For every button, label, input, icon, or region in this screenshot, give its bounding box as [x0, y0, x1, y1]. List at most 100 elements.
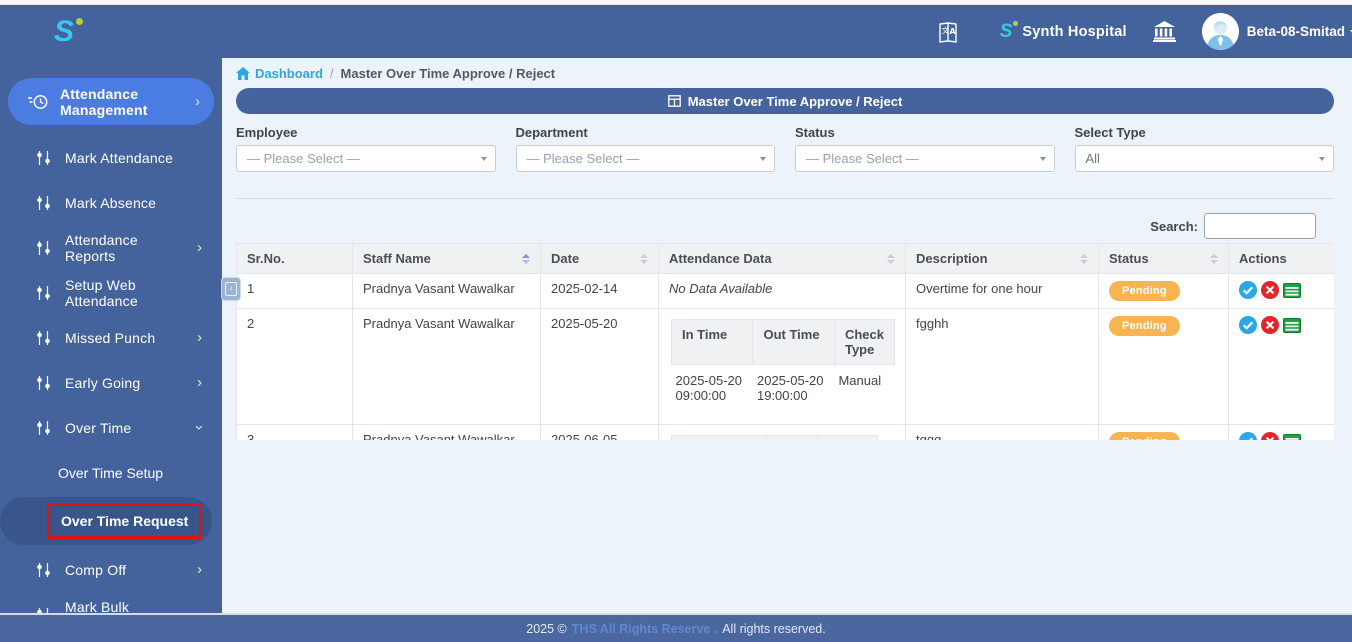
cell-description: tggg	[905, 424, 1099, 440]
cell-status: Pending	[1098, 273, 1229, 309]
details-icon[interactable]	[1283, 316, 1301, 334]
sort-icon[interactable]	[1074, 253, 1088, 264]
avatar[interactable]	[1201, 13, 1239, 50]
nested-col-out-time: Out Time	[765, 435, 819, 440]
cell-date: 2025-05-20	[540, 308, 659, 425]
reject-icon[interactable]	[1261, 281, 1279, 299]
employee-select[interactable]: — Please Select —	[236, 145, 496, 172]
type-select[interactable]: All	[1074, 145, 1334, 172]
user-menu[interactable]: Beta-08-Smitad	[1247, 24, 1352, 39]
sidebar-subitem-over-time-setup[interactable]: Over Time Setup	[0, 450, 222, 495]
main-content: Dashboard / Master Over Time Approve / R…	[222, 58, 1352, 613]
sort-icon[interactable]	[516, 253, 530, 264]
department-select[interactable]: — Please Select —	[515, 145, 775, 172]
nested-cell-in-time: 2025-05-20 09:00:00	[675, 373, 743, 403]
details-icon[interactable]	[1283, 281, 1301, 299]
institution-icon[interactable]	[1152, 21, 1176, 42]
select-caret-icon	[760, 157, 766, 161]
col-staff-name[interactable]: Staff Name	[352, 243, 541, 274]
nested-col-check-type: Check Type	[833, 319, 896, 365]
approve-icon[interactable]	[1239, 432, 1257, 440]
approve-icon[interactable]	[1239, 281, 1257, 299]
sidebar-item-label: Early Going	[65, 374, 141, 391]
cell-date: 2025-06-05	[540, 424, 659, 440]
chevron-right-icon: ›	[197, 329, 202, 346]
filter-employee: Employee — Please Select —	[236, 125, 496, 172]
sidebar-item-attendance-management[interactable]: Attendance Management ›	[8, 78, 214, 125]
department-select-value: — Please Select —	[526, 151, 640, 166]
cell-actions	[1228, 308, 1334, 425]
sidebar-item-label: Mark Attendance	[65, 149, 174, 166]
search-input[interactable]	[1204, 213, 1316, 239]
status-select[interactable]: — Please Select —	[795, 145, 1055, 172]
select-caret-icon	[1039, 157, 1046, 161]
sidebar-subitem-over-time-request[interactable]: Over Time Request	[0, 497, 212, 545]
sidebar-item-mark-bulk-attendance[interactable]: Mark Bulk Attendance	[0, 592, 222, 613]
table-header-row: Sr.No. Staff Name Date Attendance Data D…	[236, 243, 1334, 274]
nested-cell-check-type: Manual	[838, 373, 882, 388]
filter-label: Select Type	[1074, 125, 1146, 140]
sidebar-item-mark-attendance[interactable]: Mark Attendance	[0, 135, 222, 180]
chevron-right-icon: ›	[197, 239, 202, 256]
details-icon[interactable]	[1283, 432, 1301, 440]
sidebar-item-label: Setup Web Attendance	[65, 276, 138, 309]
cell-attendance: In Time Out Time Check Type	[658, 424, 906, 440]
select-caret-icon	[480, 157, 487, 161]
panel-header: Master Over Time Approve / Reject	[236, 88, 1334, 114]
sliders-icon	[36, 375, 51, 391]
col-date[interactable]: Date	[540, 243, 659, 274]
sidebar-collapse-button[interactable]: ‹	[221, 277, 241, 301]
chevron-right-icon: ›	[195, 93, 200, 110]
sidebar-item-attendance-reports[interactable]: Attendance Reports ›	[0, 225, 222, 270]
cell-srno: 1	[236, 273, 353, 309]
sort-icon[interactable]	[881, 253, 895, 264]
cell-attendance: No Data Available	[658, 273, 906, 309]
approve-icon[interactable]	[1239, 316, 1257, 334]
home-icon	[236, 67, 250, 80]
svg-text:文: 文	[941, 25, 949, 35]
filter-bar: Employee — Please Select — Department — …	[236, 125, 1334, 172]
cell-staff-name: Pradnya Vasant Wawalkar	[352, 273, 541, 309]
filter-label: Employee	[236, 125, 298, 140]
sidebar-item-label: Mark Bulk Attendance	[65, 598, 130, 614]
table-row: 2 Pradnya Vasant Wawalkar 2025-05-20 In …	[236, 308, 1334, 425]
topbar: S 文 A S Synth Hospital Beta-08-Smitad	[0, 5, 1352, 58]
nested-col-in-time: In Time	[670, 319, 754, 365]
sidebar-item-missed-punch[interactable]: Missed Punch ›	[0, 315, 222, 360]
sort-icon[interactable]	[634, 253, 648, 264]
brand-s-icon: S	[999, 20, 1019, 43]
cell-status: Pending	[1098, 424, 1229, 440]
breadcrumb: Dashboard / Master Over Time Approve / R…	[236, 66, 1334, 81]
reject-icon[interactable]	[1261, 316, 1279, 334]
brand-letter: S	[999, 20, 1013, 42]
table-container: Sr.No. Staff Name Date Attendance Data D…	[236, 243, 1334, 440]
filter-department: Department — Please Select —	[515, 125, 775, 172]
sidebar-item-comp-off[interactable]: Comp Off ›	[0, 547, 222, 592]
nested-col-check-type: Check Type	[817, 435, 879, 440]
sidebar-item-setup-web-attendance[interactable]: Setup Web Attendance	[0, 270, 222, 315]
highlight-red-box: Over Time Request	[47, 503, 203, 539]
sort-icon[interactable]	[1204, 253, 1218, 264]
type-select-value: All	[1085, 151, 1100, 166]
attendance-detail-table: In Time Out Time Check Type	[671, 435, 879, 440]
status-badge: Pending	[1109, 281, 1180, 301]
breadcrumb-dashboard-link[interactable]: Dashboard	[236, 66, 323, 81]
reject-icon[interactable]	[1261, 432, 1279, 440]
footer-year: 2025 ©	[526, 621, 567, 636]
footer-link[interactable]: THS All Rights Reserve .	[572, 622, 717, 636]
col-status[interactable]: Status	[1098, 243, 1229, 274]
sidebar-item-mark-absence[interactable]: Mark Absence	[0, 180, 222, 225]
sidebar-item-label: Attendance Management	[60, 85, 148, 118]
filter-select-type: Select Type All	[1074, 125, 1334, 172]
sidebar-item-early-going[interactable]: Early Going ›	[0, 360, 222, 405]
sidebar-item-label: Over Time	[65, 419, 132, 436]
logo-letter: S	[54, 14, 75, 48]
translate-icon[interactable]: 文 A	[936, 20, 960, 44]
col-attendance-data[interactable]: Attendance Data	[658, 243, 906, 274]
breadcrumb-home-label: Dashboard	[255, 66, 323, 81]
col-srno: Sr.No.	[236, 243, 353, 274]
col-description[interactable]: Description	[905, 243, 1099, 274]
sidebar-item-over-time[interactable]: Over Time ›	[0, 405, 222, 450]
cell-staff-name: Pradnya Vasant Wawalkar	[352, 424, 541, 440]
employee-select-value: — Please Select —	[247, 151, 360, 166]
